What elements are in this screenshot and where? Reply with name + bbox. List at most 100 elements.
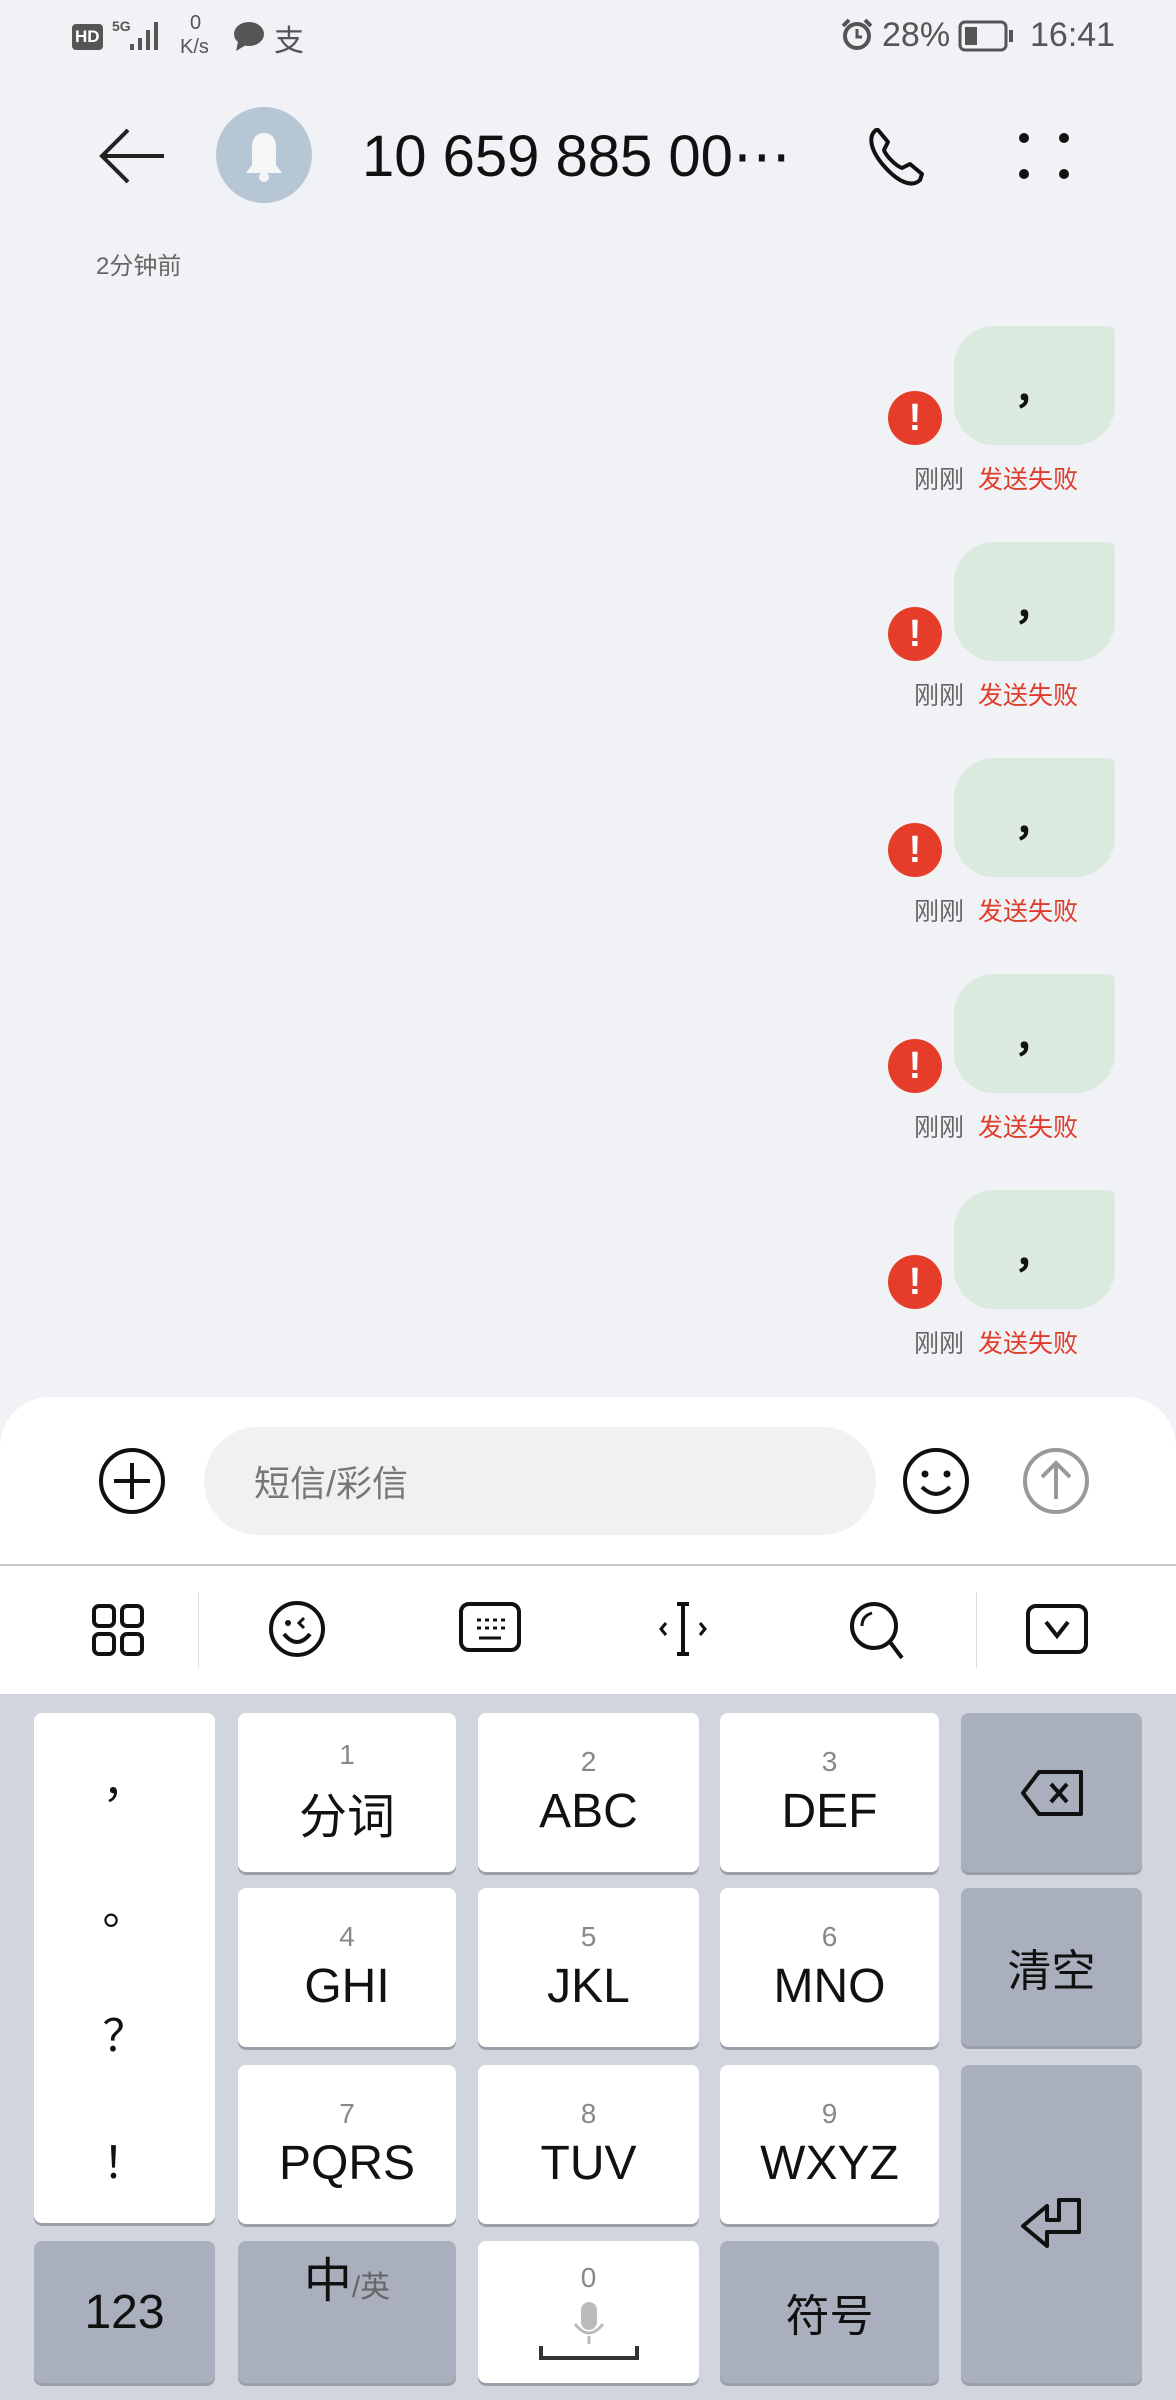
key-letters: PQRS: [278, 2137, 416, 2190]
message-bubble[interactable]: ，: [954, 974, 1115, 1093]
symbols-key[interactable]: 符号: [720, 2241, 939, 2383]
message-bubble[interactable]: ，: [954, 542, 1115, 661]
send-failed-label: 发送失败: [978, 682, 1079, 710]
key-8[interactable]: 8 TUV: [478, 2065, 699, 2224]
message-time: 刚刚: [914, 466, 965, 494]
enter-icon: [1020, 2198, 1081, 2248]
key-number: 7: [339, 2098, 355, 2129]
key-period[interactable]: 。: [103, 1841, 147, 1968]
key-exclamation[interactable]: ！: [103, 2095, 147, 2222]
send-failed-icon[interactable]: !: [888, 391, 942, 445]
message-bubble[interactable]: ，: [954, 758, 1115, 877]
back-button[interactable]: [96, 124, 166, 188]
key-number: 4: [339, 1921, 355, 1952]
alarm-icon: [840, 18, 874, 52]
send-failed-icon[interactable]: !: [888, 1039, 942, 1093]
signal-icon: [128, 20, 162, 52]
clock: 16:41: [1030, 16, 1116, 54]
toolbar-separator: [976, 1592, 977, 1668]
message-input[interactable]: 短信/彩信: [204, 1427, 876, 1535]
message-item: ， ! 刚刚 发送失败: [0, 326, 1176, 526]
key-number: 8: [580, 2098, 597, 2129]
clear-key[interactable]: 清空: [961, 1888, 1142, 2046]
avatar[interactable]: [216, 107, 312, 203]
message-text: ，: [1014, 799, 1055, 844]
send-failed-label: 发送失败: [978, 898, 1079, 926]
key-1[interactable]: 1 分词: [238, 1713, 456, 1872]
send-failed-label: 发送失败: [978, 1114, 1079, 1142]
key-question[interactable]: ？: [103, 1968, 147, 2095]
key-number: 1: [339, 1738, 355, 1770]
key-3[interactable]: 3 DEF: [720, 1713, 939, 1872]
key-number: 5: [580, 1921, 597, 1952]
key-letters: DEF: [781, 1785, 878, 1838]
alipay-icon: 支: [274, 25, 304, 58]
message-bubble[interactable]: ，: [954, 1190, 1115, 1309]
key-letters: TUV: [540, 2137, 637, 2190]
send-button[interactable]: [1022, 1447, 1090, 1515]
punctuation-column[interactable]: ， 。 ？ ！: [34, 1713, 215, 2223]
key-comma[interactable]: ，: [103, 1714, 147, 1841]
chat-bubble-icon: [232, 20, 266, 52]
key-number: 2: [580, 1746, 597, 1777]
message-input-placeholder: 短信/彩信: [254, 1463, 409, 1504]
attach-button[interactable]: [98, 1447, 166, 1515]
key-5[interactable]: 5 JKL: [478, 1888, 699, 2047]
send-failed-icon[interactable]: !: [888, 823, 942, 877]
key-number: 3: [821, 1746, 838, 1777]
keyboard-menu-icon[interactable]: [92, 1604, 144, 1656]
message-text: ，: [1014, 1231, 1055, 1276]
message-status: 刚刚 发送失败: [914, 1108, 1078, 1144]
key-6[interactable]: 6 MNO: [720, 1888, 939, 2047]
cursor-move-icon[interactable]: [654, 1600, 712, 1658]
message-text: ，: [1014, 367, 1055, 412]
message-time: 刚刚: [914, 1114, 965, 1142]
key-letters: ABC: [539, 1785, 638, 1838]
backspace-icon: [1020, 1769, 1083, 1816]
send-failed-label: 发送失败: [978, 1330, 1079, 1358]
message-status: 刚刚 发送失败: [914, 1324, 1078, 1360]
keyboard-switch-icon[interactable]: [459, 1602, 521, 1654]
keyboard-emoji-icon[interactable]: [268, 1600, 326, 1658]
message-time: 刚刚: [914, 682, 965, 710]
send-failed-icon[interactable]: !: [888, 607, 942, 661]
battery-icon: [958, 20, 1014, 52]
message-time: 刚刚: [914, 1330, 965, 1358]
conversation-timestamp: 2分钟前: [96, 253, 182, 280]
send-failed-icon[interactable]: !: [888, 1255, 942, 1309]
message-item: ， ! 刚刚 发送失败: [0, 542, 1176, 742]
backspace-key[interactable]: [961, 1713, 1142, 1872]
hide-keyboard-icon[interactable]: [1026, 1604, 1088, 1656]
more-menu-button[interactable]: [1016, 130, 1072, 182]
language-switch-key[interactable]: 中/英: [238, 2241, 456, 2383]
key-7[interactable]: 7 PQRS: [238, 2065, 456, 2224]
search-icon[interactable]: [848, 1600, 906, 1660]
speed-value: 0: [190, 12, 202, 34]
message-text: ，: [1014, 583, 1055, 628]
enter-key[interactable]: [961, 2065, 1142, 2383]
numeric-mode-key[interactable]: 123: [34, 2241, 215, 2383]
message-status: 刚刚 发送失败: [914, 460, 1078, 496]
call-button[interactable]: [866, 124, 936, 190]
key-number: 9: [821, 2098, 838, 2129]
space-key[interactable]: 0: [478, 2241, 699, 2383]
send-failed-label: 发送失败: [978, 466, 1079, 494]
message-text: ，: [1014, 1015, 1055, 1060]
message-item: ， ! 刚刚 发送失败: [0, 1190, 1176, 1390]
page-title: 10 659 885 00⋯: [362, 124, 791, 189]
message-item: ， ! 刚刚 发送失败: [0, 974, 1176, 1174]
toolbar-separator: [198, 1592, 199, 1668]
battery-percent: 28%: [882, 16, 951, 54]
key-letters: JKL: [547, 1960, 630, 2013]
message-bubble[interactable]: ，: [954, 326, 1115, 445]
key-4[interactable]: 4 GHI: [238, 1888, 456, 2047]
emoji-button[interactable]: [902, 1447, 970, 1515]
key-2[interactable]: 2 ABC: [478, 1713, 699, 1872]
bell-icon: [246, 133, 282, 182]
key-9[interactable]: 9 WXYZ: [720, 2065, 939, 2224]
divider: [0, 1564, 1176, 1566]
hd-icon: HD: [72, 24, 103, 50]
message-status: 刚刚 发送失败: [914, 676, 1078, 712]
message-time: 刚刚: [914, 898, 965, 926]
message-item: ， ! 刚刚 发送失败: [0, 758, 1176, 958]
